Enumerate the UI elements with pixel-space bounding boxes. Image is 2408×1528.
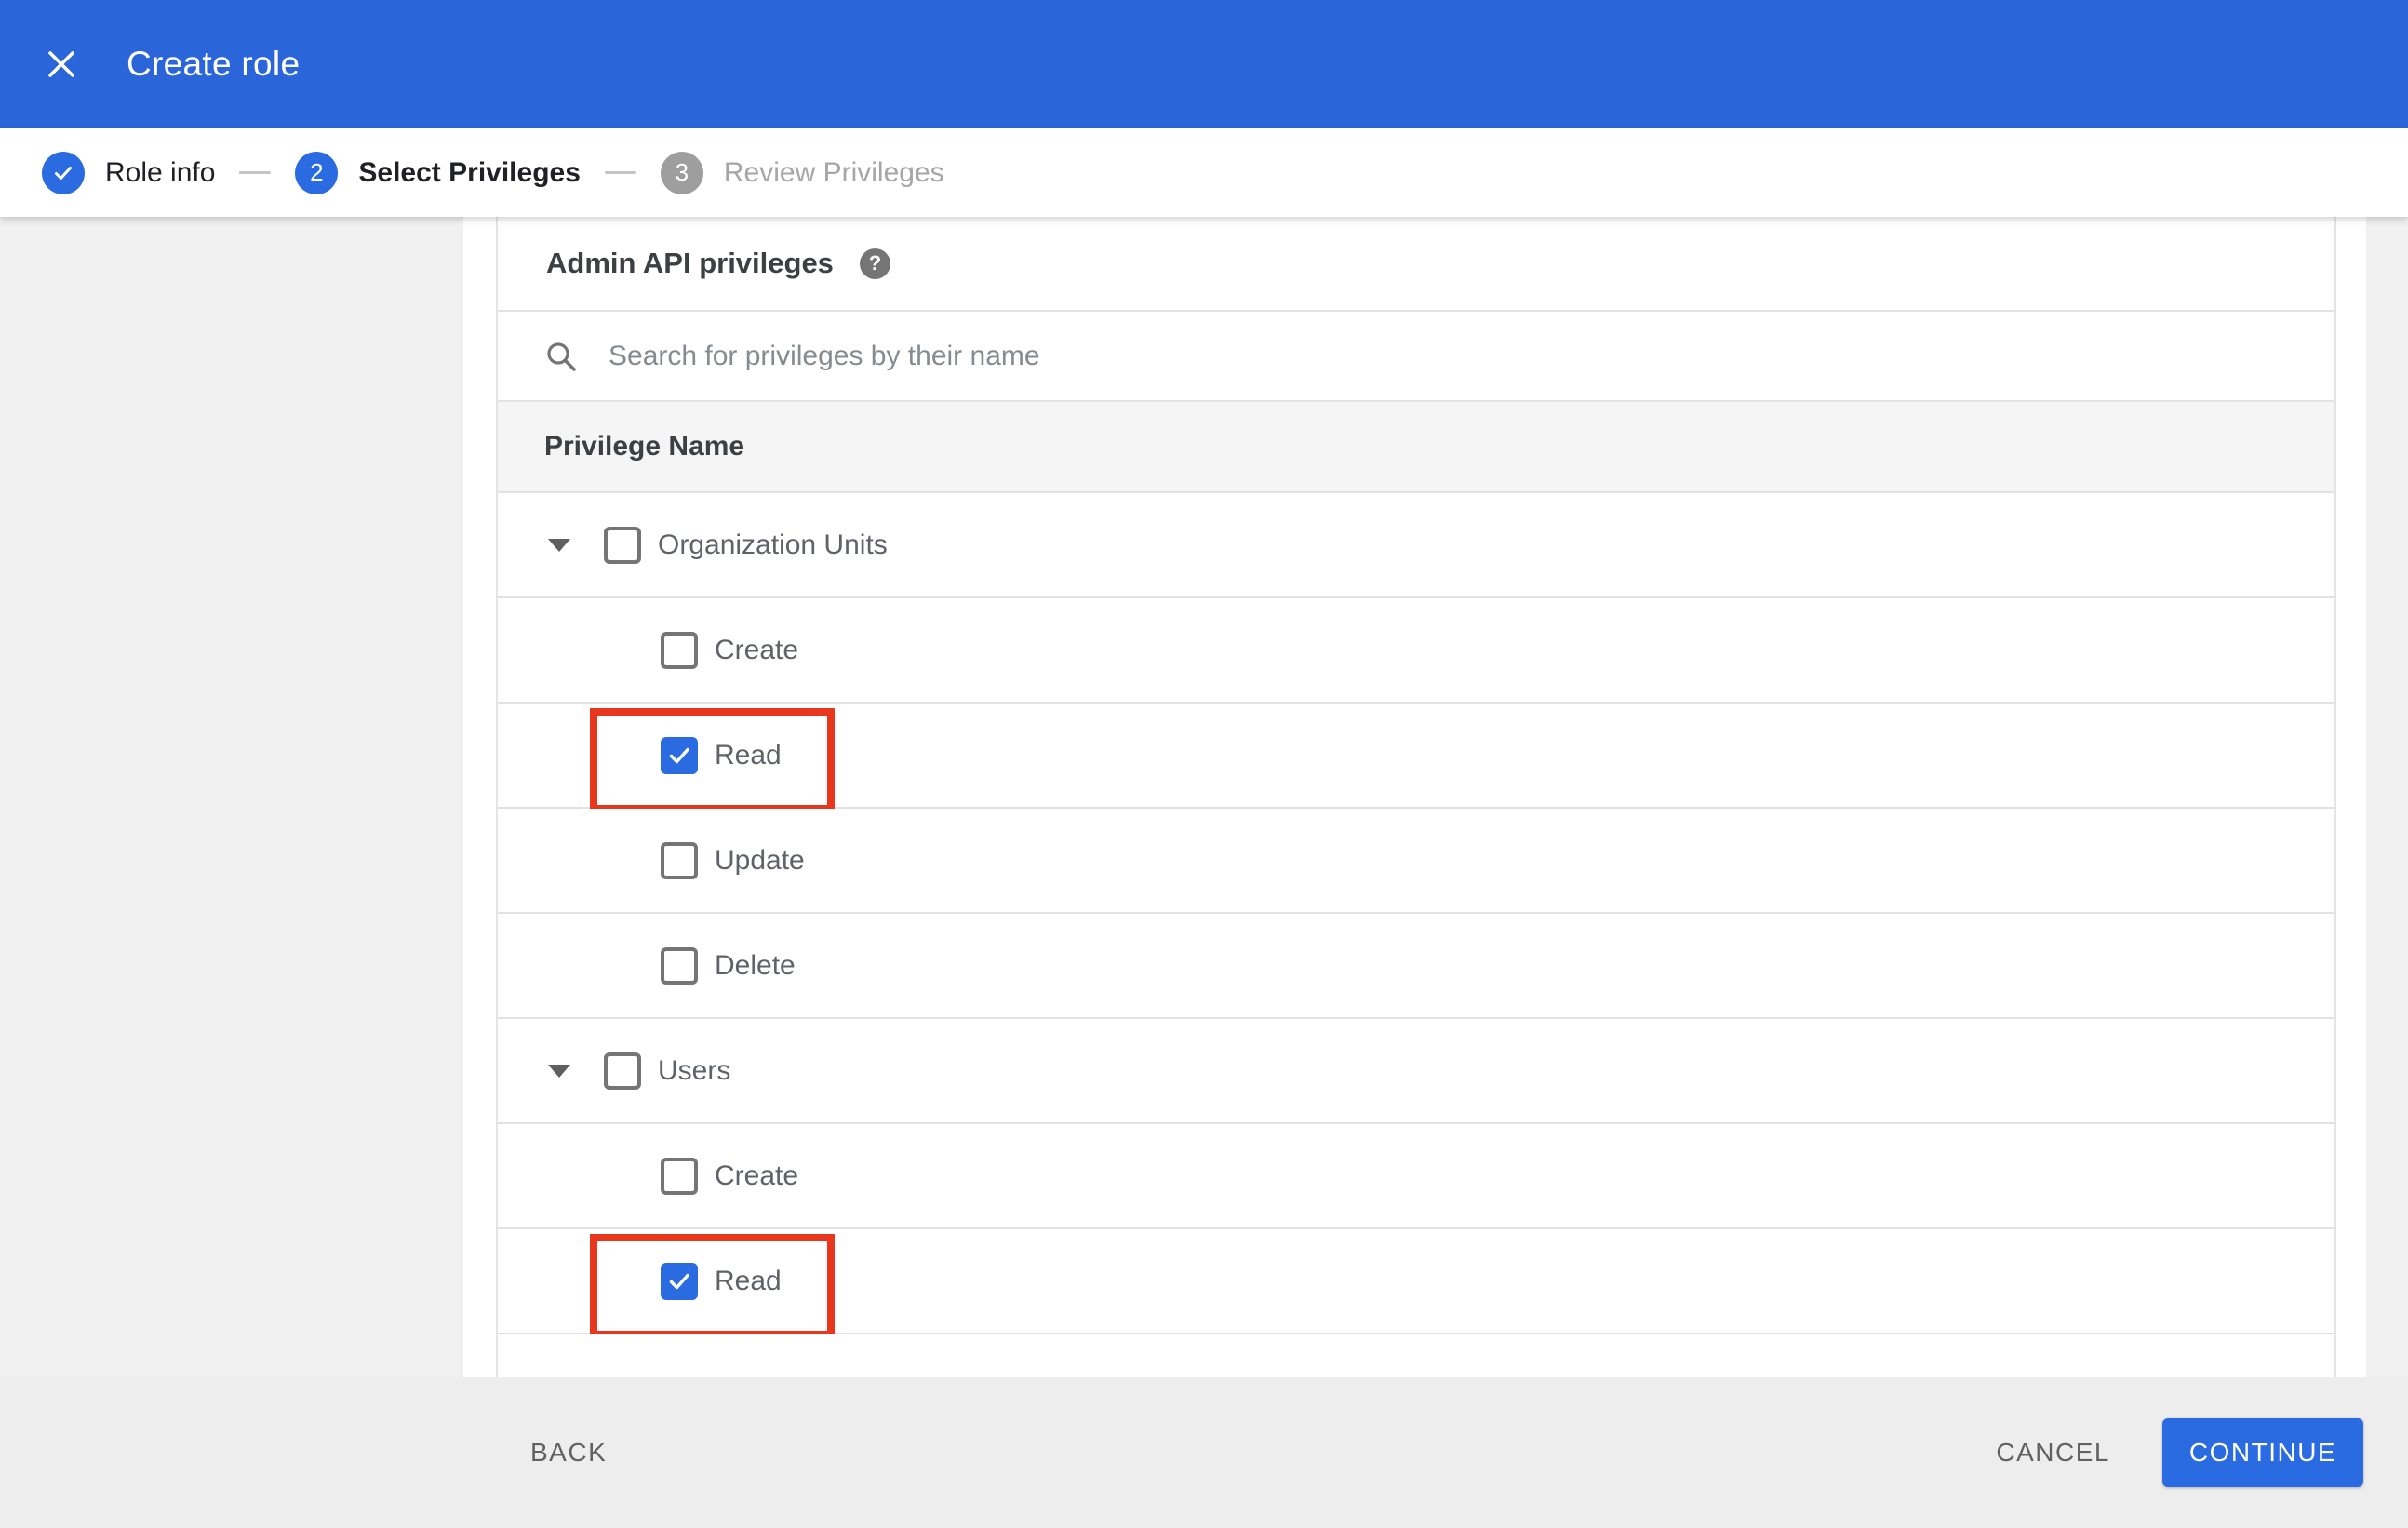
checkbox-organization-units[interactable] bbox=[604, 526, 641, 564]
step-upcoming-circle: 3 bbox=[660, 151, 703, 194]
step-label: Select Privileges bbox=[358, 156, 581, 188]
cancel-button[interactable]: CANCEL bbox=[1996, 1438, 2110, 1468]
table-row-users: Users bbox=[498, 1019, 2334, 1124]
search-input[interactable] bbox=[609, 340, 2004, 372]
footer-bar: BACK CANCEL CONTINUE bbox=[0, 1377, 2408, 1528]
checkbox-delete[interactable] bbox=[661, 946, 698, 985]
stepper: Role info 2 Select Privileges 3 Review P… bbox=[0, 128, 2408, 217]
checkbox-users[interactable] bbox=[604, 1052, 641, 1090]
back-button[interactable]: BACK bbox=[530, 1438, 607, 1468]
continue-button[interactable]: CONTINUE bbox=[2162, 1418, 2363, 1487]
step-connector bbox=[604, 171, 636, 174]
section-heading: Admin API privileges bbox=[546, 247, 834, 279]
row-label: Update bbox=[715, 844, 805, 876]
content-panel: Admin API privileges ? Privilege Name bbox=[463, 217, 2366, 1377]
row-label: Users bbox=[658, 1054, 731, 1086]
annotation-highlight-box bbox=[590, 1234, 835, 1338]
dialog-title: Create role bbox=[127, 45, 301, 83]
row-label: Read bbox=[715, 739, 782, 771]
footer-actions: CANCEL CONTINUE bbox=[1996, 1418, 2363, 1487]
step-review-privileges[interactable]: 3 Review Privileges bbox=[660, 151, 944, 194]
help-icon[interactable]: ? bbox=[859, 248, 890, 279]
search-row bbox=[498, 312, 2334, 402]
table-header-row: Privilege Name bbox=[498, 402, 2334, 493]
check-icon bbox=[55, 166, 72, 180]
close-button[interactable] bbox=[33, 36, 89, 92]
row-label: Create bbox=[715, 634, 799, 665]
privileges-table: Admin API privileges ? Privilege Name bbox=[496, 217, 2336, 1377]
step-label: Review Privileges bbox=[723, 156, 944, 188]
search-icon bbox=[547, 342, 576, 371]
checkbox-read-checked[interactable] bbox=[661, 1262, 698, 1300]
row-label: Create bbox=[715, 1159, 799, 1191]
annotation-highlight-box bbox=[590, 708, 835, 812]
step-select-privileges[interactable]: 2 Select Privileges bbox=[295, 151, 581, 194]
create-role-dialog: Create role Role info 2 Select Privilege… bbox=[0, 0, 2408, 1528]
step-role-info[interactable]: Role info bbox=[42, 151, 216, 194]
collapse-caret-icon[interactable] bbox=[548, 1064, 570, 1078]
table-row-orgunits-delete: Delete bbox=[498, 914, 2334, 1019]
checkbox-create[interactable] bbox=[661, 1157, 698, 1195]
table-row-users-create: Create bbox=[498, 1124, 2334, 1229]
collapse-caret-icon[interactable] bbox=[548, 538, 570, 552]
table-row-orgunits-update: Update bbox=[498, 809, 2334, 914]
close-icon bbox=[48, 51, 74, 77]
step-label: Role info bbox=[105, 156, 216, 188]
check-icon bbox=[669, 747, 689, 763]
table-row-partial bbox=[498, 1334, 2334, 1377]
column-header-privilege-name: Privilege Name bbox=[544, 431, 745, 462]
table-row-organization-units: Organization Units bbox=[498, 493, 2334, 598]
row-label: Delete bbox=[715, 949, 796, 981]
step-completed-circle bbox=[42, 151, 85, 194]
step-connector bbox=[239, 171, 272, 174]
section-heading-row: Admin API privileges ? bbox=[498, 217, 2334, 312]
check-icon bbox=[669, 1273, 689, 1289]
table-row-users-read: Read bbox=[498, 1229, 2334, 1338]
checkbox-read-checked[interactable] bbox=[661, 736, 698, 774]
step-active-circle: 2 bbox=[295, 151, 339, 194]
row-label: Organization Units bbox=[658, 529, 888, 560]
table-row-orgunits-create: Create bbox=[498, 598, 2334, 704]
checkbox-create[interactable] bbox=[661, 631, 698, 669]
app-bar: Create role bbox=[0, 0, 2408, 128]
page-background: Admin API privileges ? Privilege Name bbox=[0, 217, 2408, 1377]
row-label: Read bbox=[715, 1265, 782, 1296]
table-row-orgunits-read: Read bbox=[498, 704, 2334, 812]
checkbox-update[interactable] bbox=[661, 841, 698, 879]
